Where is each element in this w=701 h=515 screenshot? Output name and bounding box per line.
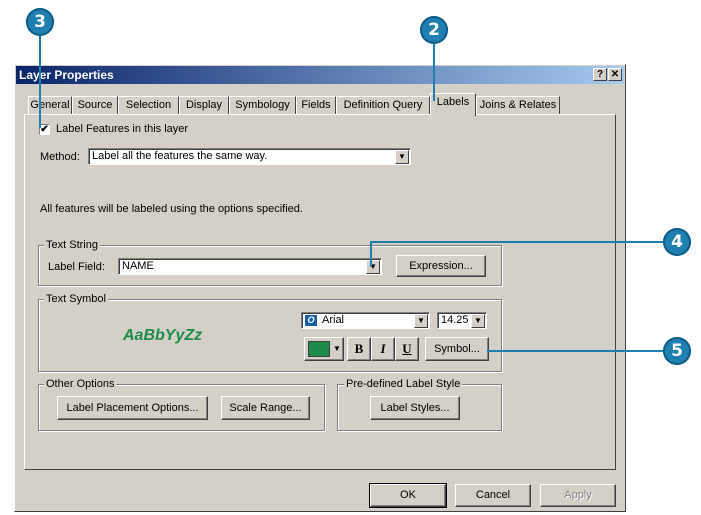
callout-5-line bbox=[487, 350, 664, 352]
tab-symbology[interactable]: Symbology bbox=[229, 96, 296, 114]
tab-source[interactable]: Source bbox=[72, 96, 118, 114]
chevron-down-icon[interactable]: ▼ bbox=[395, 150, 409, 164]
opentype-font-icon: O bbox=[305, 315, 317, 326]
method-label: Method: bbox=[40, 151, 80, 163]
tab-selection[interactable]: Selection bbox=[118, 96, 179, 114]
label-field-dropdown[interactable]: NAME ▼ bbox=[118, 258, 382, 275]
tab-joins-relates[interactable]: Joins & Relates bbox=[476, 96, 560, 114]
title-bar: Layer Properties ? ✕ bbox=[16, 66, 624, 84]
info-text: All features will be labeled using the o… bbox=[40, 203, 303, 215]
color-swatch bbox=[308, 341, 330, 357]
ok-button[interactable]: OK bbox=[369, 483, 447, 508]
method-value: Label all the features the same way. bbox=[92, 150, 268, 162]
apply-button[interactable]: Apply bbox=[540, 484, 616, 507]
chevron-down-icon: ▼ bbox=[333, 344, 341, 353]
text-string-group-label: Text String bbox=[44, 239, 100, 251]
underline-button[interactable]: U bbox=[395, 337, 419, 361]
window-title: Layer Properties bbox=[19, 68, 114, 82]
close-icon[interactable]: ✕ bbox=[608, 68, 622, 81]
chevron-down-icon[interactable]: ▼ bbox=[366, 260, 380, 274]
font-color-button[interactable]: ▼ bbox=[304, 337, 344, 361]
callout-4-line-v bbox=[370, 241, 372, 267]
symbol-button[interactable]: Symbol... bbox=[425, 337, 489, 361]
label-styles-button[interactable]: Label Styles... bbox=[370, 396, 460, 420]
method-dropdown[interactable]: Label all the features the same way. ▼ bbox=[88, 148, 411, 165]
predefined-style-group-label: Pre-defined Label Style bbox=[344, 378, 463, 390]
tab-fields[interactable]: Fields bbox=[296, 96, 336, 114]
text-symbol-sample: AaBbYyZz bbox=[123, 327, 203, 344]
font-size-value: 14.25 bbox=[441, 314, 469, 326]
callout-3-line bbox=[39, 35, 41, 128]
scale-range-button[interactable]: Scale Range... bbox=[221, 396, 310, 420]
help-button[interactable]: ? bbox=[593, 68, 607, 81]
callout-5: 5 bbox=[663, 337, 691, 365]
chevron-down-icon[interactable]: ▼ bbox=[471, 314, 485, 328]
tab-definition-query[interactable]: Definition Query bbox=[336, 96, 430, 114]
callout-2: 2 bbox=[420, 16, 448, 44]
callout-4: 4 bbox=[663, 228, 691, 256]
chevron-down-icon[interactable]: ▼ bbox=[414, 314, 428, 328]
italic-button[interactable]: I bbox=[371, 337, 395, 361]
tab-general[interactable]: General bbox=[28, 96, 72, 114]
font-size-dropdown[interactable]: 14.25 ▼ bbox=[437, 312, 487, 329]
callout-2-line bbox=[433, 43, 435, 101]
font-dropdown[interactable]: O Arial ▼ bbox=[301, 312, 430, 329]
text-symbol-group bbox=[38, 299, 502, 372]
font-value: Arial bbox=[322, 314, 345, 326]
cancel-button[interactable]: Cancel bbox=[455, 484, 531, 507]
label-features-label: Label Features in this layer bbox=[56, 123, 189, 135]
other-options-group-label: Other Options bbox=[44, 378, 117, 390]
expression-button[interactable]: Expression... bbox=[396, 255, 486, 277]
callout-4-line-h bbox=[370, 241, 664, 243]
bold-button[interactable]: B bbox=[347, 337, 371, 361]
text-symbol-group-label: Text Symbol bbox=[44, 293, 108, 305]
tab-display[interactable]: Display bbox=[179, 96, 229, 114]
label-placement-options-button[interactable]: Label Placement Options... bbox=[57, 396, 208, 420]
callout-3: 3 bbox=[26, 8, 54, 36]
label-field-value: NAME bbox=[122, 260, 154, 272]
label-field-label: Label Field: bbox=[48, 261, 105, 273]
tab-labels[interactable]: Labels bbox=[430, 93, 476, 116]
